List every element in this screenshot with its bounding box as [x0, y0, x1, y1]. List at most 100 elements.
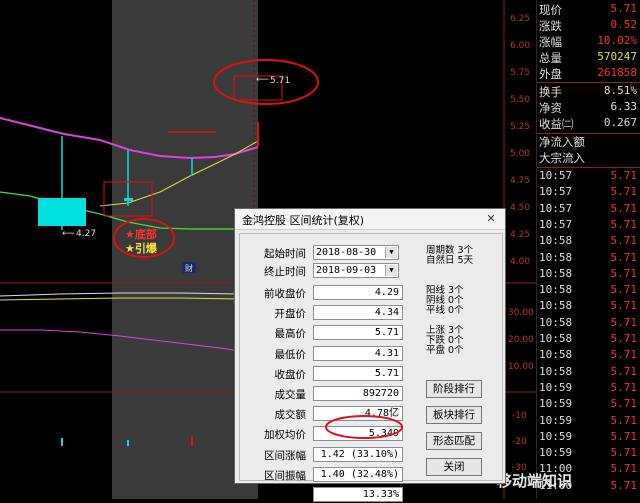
- stat-label: 加权均价: [264, 429, 306, 442]
- tick-time: 10:58: [539, 250, 573, 264]
- tick-price: 5.71: [610, 413, 638, 427]
- tick-price: 5.71: [610, 380, 638, 394]
- stat-label: 最低价: [274, 348, 307, 361]
- block-text: 大宗流入: [539, 151, 585, 165]
- tick-row: 10:58 5.71: [537, 348, 640, 364]
- sector-rank-button[interactable]: 板块排行: [426, 406, 482, 424]
- price-axis: 6.25 6.00 5.75 5.50 5.25 5.00 4.75 4.50 …: [510, 14, 530, 267]
- price-tick-label: 6.25: [510, 14, 530, 24]
- quote-value: 10.02%: [597, 34, 637, 47]
- end-date-select[interactable]: 2018-09-03 ▼: [313, 263, 399, 278]
- tick-row: 10:59 5.71: [537, 446, 640, 462]
- stat-label: 成交量: [274, 389, 307, 401]
- finance-tag[interactable]: 财: [185, 263, 193, 273]
- stat-label: 区间涨幅: [264, 449, 306, 462]
- pattern-match-button[interactable]: 形态匹配: [426, 432, 482, 450]
- quote-divider: [537, 167, 640, 168]
- tick-time: 10:57: [539, 185, 573, 199]
- osc-tick-label: 20.00: [508, 335, 534, 345]
- tick-price: 5.71: [610, 315, 638, 329]
- gain-highlight: [325, 415, 403, 439]
- inflow-label[interactable]: 净流入额: [537, 134, 640, 150]
- quote-row-change: 涨跌 0.52: [537, 18, 640, 34]
- quote-value: 8.51%: [603, 84, 637, 97]
- close-button[interactable]: 关闭: [426, 458, 482, 476]
- quote-label: 净资: [539, 101, 562, 115]
- quote-label: 涨跌: [539, 19, 562, 33]
- tick-price: 5.71: [610, 332, 638, 345]
- chevron-down-icon[interactable]: ▼: [385, 265, 397, 276]
- price-tick-label: 4.00: [510, 257, 530, 267]
- dialog-body: 起始时间 2018-08-30 ▼ 终止时间 2018-09-03 ▼ 前收盘价…: [239, 233, 503, 502]
- tick-time: 10:57: [539, 169, 573, 182]
- price-tick-label: 4.75: [510, 176, 530, 186]
- end-date-value: 2018-09-03: [316, 265, 377, 276]
- quote-label: 外盘: [539, 67, 562, 81]
- dialog-titlebar[interactable]: 金鸿控股 区间统计(复权) ✕: [235, 209, 505, 230]
- tick-price: 5.71: [610, 169, 638, 182]
- tick-row: 10:58 5.71: [537, 316, 640, 332]
- tick-row: 10:59 5.71: [537, 414, 640, 430]
- osc-axis: 30.00 20.00 10.00: [508, 308, 534, 372]
- candle-stats: 阳线 3个 阴线 0个 平线 0个: [426, 286, 464, 316]
- tick-row: 10:58 5.71: [537, 251, 640, 267]
- quote-label: 总量: [539, 51, 562, 65]
- osc-tick-label: 10.00: [508, 362, 534, 372]
- tick-time: 10:59: [539, 446, 573, 460]
- start-date-select[interactable]: 2018-08-30 ▼: [313, 245, 399, 260]
- price-tick-label: 5.00: [510, 149, 530, 159]
- tick-row: 10:58 5.71: [537, 332, 640, 348]
- tick-time: 10:58: [539, 348, 573, 362]
- tick-row: 10:57 5.71: [537, 202, 640, 218]
- tick-row: 10:58 5.71: [537, 267, 640, 283]
- tick-time: 10:57: [539, 201, 573, 215]
- tick-row: 10:57 5.71: [537, 185, 640, 201]
- tick-time: 10:59: [539, 380, 573, 394]
- tick-row: 10:58 5.71: [537, 234, 640, 250]
- tick-row: 10:57 5.71: [537, 169, 640, 185]
- price-tick-label: 5.75: [510, 68, 530, 78]
- candle-doji: [124, 198, 133, 201]
- tick-row: 10:57 5.71: [537, 218, 640, 234]
- stat-value: 892720: [313, 386, 403, 401]
- price-tick-label: 4.25: [510, 230, 530, 240]
- stat-label: 成交额: [274, 409, 307, 422]
- tick-price: 5.71: [610, 446, 638, 460]
- quote-row-eps: 收益㈡ 0.267: [537, 116, 640, 132]
- stat-line: 平线 0个: [426, 305, 464, 316]
- quote-value: 0.52: [610, 18, 638, 31]
- quote-label: 换手: [539, 85, 562, 99]
- tick-time: 10:59: [539, 397, 573, 411]
- quote-row-price: 现价 5.71: [537, 2, 640, 18]
- tick-time: 10:58: [539, 332, 573, 345]
- tick-price: 5.71: [610, 250, 638, 264]
- quote-value: 261858: [597, 66, 637, 79]
- osc-tick-label: 30.00: [508, 308, 534, 318]
- tick-price: 5.71: [610, 185, 638, 199]
- close-icon[interactable]: ✕: [483, 212, 499, 226]
- quote-value: 5.71: [610, 2, 638, 15]
- quote-divider: [537, 82, 640, 83]
- quote-panel: 现价 5.71 涨跌 0.52 涨幅 10.02% 总量 570247 外盘 2…: [497, 0, 640, 499]
- stat-label: 开盘价: [274, 308, 307, 321]
- vol-axis: -10 -20 -30: [512, 411, 527, 473]
- tick-price: 5.71: [610, 217, 638, 231]
- stage-rank-button[interactable]: 阶段排行: [426, 380, 482, 398]
- tick-price: 5.71: [610, 364, 638, 378]
- quote-label: 收益㈡: [539, 117, 574, 131]
- tick-price: 5.71: [610, 266, 638, 280]
- quote-row-volume: 总量 570247: [537, 50, 640, 66]
- tick-price: 5.71: [610, 429, 638, 443]
- tick-row: 10:59 5.71: [537, 397, 640, 413]
- stat-line: 平盘 0个: [426, 345, 464, 356]
- interval-stats-dialog[interactable]: 金鸿控股 区间统计(复权) ✕ 起始时间 2018-08-30 ▼ 终止时间 2…: [234, 208, 506, 502]
- tick-time: 10:59: [539, 429, 573, 443]
- tick-price: 5.71: [610, 478, 638, 492]
- quote-value: 570247: [597, 50, 637, 63]
- stat-label: 前收盘价: [264, 288, 306, 300]
- stat-label: 区间振幅: [264, 469, 306, 482]
- block-label[interactable]: 大宗流入: [537, 150, 640, 166]
- price-tick-label: 5.25: [510, 122, 530, 132]
- quote-row-outer: 外盘 261858: [537, 66, 640, 82]
- chevron-down-icon[interactable]: ▼: [385, 247, 397, 258]
